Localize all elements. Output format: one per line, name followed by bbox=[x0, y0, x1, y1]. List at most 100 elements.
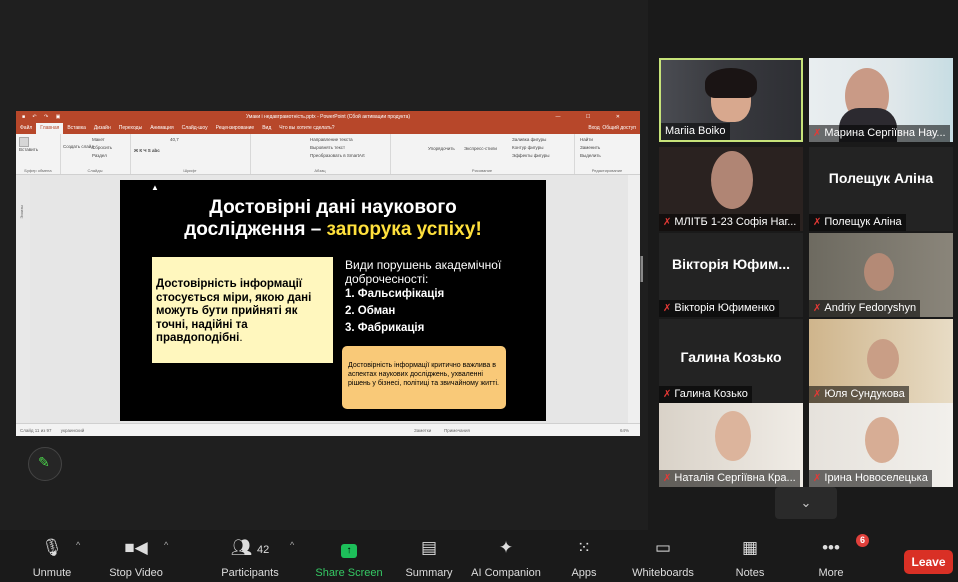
definition-box: Достовірність інформації стосується міри… bbox=[152, 257, 333, 363]
align-text-button[interactable]: Выровнять текст bbox=[310, 145, 345, 150]
text-direction-button[interactable]: Направление текста bbox=[310, 137, 353, 142]
summary-button[interactable]: ▤ Summary bbox=[398, 530, 460, 582]
quick-access-icons[interactable]: ■ ↶ ↷ ▣ bbox=[22, 111, 63, 123]
person-silhouette bbox=[865, 417, 899, 463]
font-group: 40,7 Ж К Ч S abc Шрифт bbox=[130, 134, 251, 174]
chevron-up-icon[interactable]: ^ bbox=[290, 540, 294, 550]
shape-fill-button[interactable]: Заливка фигуры bbox=[512, 137, 546, 142]
shape-effects-button[interactable]: Эффекты фигуры bbox=[512, 153, 550, 158]
tab-file[interactable]: Файл bbox=[16, 123, 36, 134]
more-notification-badge: 6 bbox=[856, 534, 869, 547]
paste-button[interactable]: Вставить bbox=[19, 137, 38, 152]
muted-mic-icon: ✗ bbox=[663, 217, 672, 228]
arrange-button[interactable]: Упорядочить bbox=[428, 146, 455, 151]
layout-button[interactable]: Макет bbox=[92, 137, 105, 142]
unmute-button[interactable]: 🎙︎ ^ Unmute bbox=[20, 530, 84, 582]
participant-name: ✗ Марина Сергіївна Нау... bbox=[809, 125, 950, 142]
share-screen-button[interactable]: ↑ Share Screen bbox=[312, 530, 386, 582]
find-button[interactable]: Найти bbox=[580, 137, 593, 142]
tab-slideshow[interactable]: Слайд-шоу bbox=[178, 123, 212, 134]
video-camera-icon: ■◀ bbox=[124, 538, 148, 557]
participant-tile[interactable]: ✗ Andriy Fedoryshyn bbox=[809, 233, 953, 317]
replace-button[interactable]: Заменить bbox=[580, 145, 600, 150]
importance-text: Достовірність інформації критично важлив… bbox=[348, 362, 499, 387]
slide-scrollbar[interactable] bbox=[628, 175, 640, 423]
more-button[interactable]: ••• 6 More bbox=[806, 530, 869, 582]
tab-home[interactable]: Главная bbox=[36, 123, 64, 134]
apps-button[interactable]: ⁙ Apps bbox=[560, 530, 608, 582]
ribbon-tabs: Файл Главная Вставка Дизайн Переходы Анимация… bbox=[16, 123, 640, 134]
muted-mic-icon: ✗ bbox=[813, 389, 822, 400]
slide-counter: Слайд 11 из 97 bbox=[20, 428, 52, 433]
participant-name: ✗ Andriy Fedoryshyn bbox=[809, 300, 921, 317]
participant-name: ✗ Галина Козько bbox=[659, 386, 752, 403]
tab-animation[interactable]: Анимация bbox=[146, 123, 177, 134]
tab-review[interactable]: Рецензирование bbox=[212, 123, 259, 134]
person-silhouette bbox=[864, 253, 894, 291]
smartart-button[interactable]: Преобразовать в SmartArt bbox=[310, 153, 365, 158]
thumbnails-pane[interactable]: Эскизы bbox=[16, 175, 31, 423]
select-button[interactable]: Выделить bbox=[580, 153, 601, 158]
paragraph-group: Направление текста Выровнять текст Преоб… bbox=[250, 134, 391, 174]
definition-text: Достовірність інформації стосується міри… bbox=[156, 278, 312, 344]
shared-screen: ■ ↶ ↷ ▣ Умаки і недавграмотність.pptx - … bbox=[0, 0, 648, 530]
participant-tile[interactable]: Mariia Boiko bbox=[659, 58, 803, 142]
participant-name: ✗ МЛІТБ 1-23 Софія Наг... bbox=[659, 214, 801, 231]
muted-mic-icon: ✗ bbox=[813, 128, 822, 139]
splitter-handle[interactable] bbox=[640, 256, 643, 282]
notes-button[interactable]: ▦ Notes bbox=[724, 530, 776, 582]
tab-transitions[interactable]: Переходы bbox=[115, 123, 146, 134]
ppt-title-bar: ■ ↶ ↷ ▣ Умаки і недавграмотність.pptx - … bbox=[16, 111, 640, 123]
tell-me-search[interactable]: Что вы хотите сделать? bbox=[275, 123, 338, 134]
tab-view[interactable]: Вид bbox=[258, 123, 275, 134]
new-slide-button[interactable]: Создать слайд bbox=[63, 144, 94, 149]
gallery-scroll-down-button[interactable]: ⌄ bbox=[775, 487, 837, 519]
font-format-buttons[interactable]: Ж К Ч S abc bbox=[134, 148, 160, 153]
slide-title-line1: Достовірні дані наукового bbox=[209, 197, 457, 218]
participant-tile[interactable]: Галина Козько ✗ Галина Козько bbox=[659, 319, 803, 403]
chevron-up-icon[interactable]: ^ bbox=[76, 540, 80, 550]
ppt-window-title: Умаки і недавграмотність.pptx - PowerPoi… bbox=[245, 114, 411, 120]
comments-button[interactable]: Примечания bbox=[444, 424, 470, 436]
participant-tile[interactable]: Полещук Аліна ✗ Полещук Аліна bbox=[809, 147, 953, 231]
participant-tile[interactable]: ✗ МЛІТБ 1-23 Софія Наг... bbox=[659, 147, 803, 231]
share-link[interactable]: Общий доступ bbox=[602, 125, 636, 131]
participant-display-name: Вікторія Юфим... bbox=[671, 256, 791, 272]
ai-companion-button[interactable]: ✦ AI Companion bbox=[466, 530, 546, 582]
slides-group: Создать слайд Макет Сбросить Раздел Слай… bbox=[60, 134, 131, 174]
annotate-button[interactable]: ✎ bbox=[28, 447, 62, 481]
participant-tile[interactable]: ✗ Ірина Новоселецька bbox=[809, 403, 953, 487]
mouse-pointer-icon: ▲ bbox=[151, 183, 159, 192]
participant-tile[interactable]: ✗ Наталія Сергіївна Кра... bbox=[659, 403, 803, 487]
whiteboards-button[interactable]: ▭ Whiteboards bbox=[624, 530, 702, 582]
leave-button[interactable]: Leave bbox=[904, 550, 953, 574]
language-indicator[interactable]: украинский bbox=[61, 428, 84, 433]
person-silhouette bbox=[867, 339, 899, 379]
violation-item: 1. Фальсифікація bbox=[345, 288, 445, 300]
zoom-level[interactable]: 64% bbox=[620, 424, 629, 436]
meeting-toolbar: 🎙︎ ^ Unmute ■◀ ^ Stop Video 👥︎ 42 ^ Part… bbox=[0, 530, 958, 582]
participant-display-name: Полещук Аліна bbox=[828, 170, 934, 186]
share-arrow-icon: ↑ bbox=[341, 544, 357, 558]
stop-video-button[interactable]: ■◀ ^ Stop Video bbox=[102, 530, 170, 582]
shape-outline-button[interactable]: Контур фигуры bbox=[512, 145, 543, 150]
participant-display-name: Галина Козько bbox=[680, 349, 782, 365]
participant-tile[interactable]: ✗ Марина Сергіївна Нау... bbox=[809, 58, 953, 142]
tab-insert[interactable]: Вставка bbox=[63, 123, 90, 134]
participants-button[interactable]: 👥︎ 42 ^ Participants bbox=[210, 530, 294, 582]
signin-link[interactable]: Вход bbox=[588, 125, 599, 131]
tab-design[interactable]: Дизайн bbox=[90, 123, 115, 134]
section-button[interactable]: Раздел bbox=[92, 153, 107, 158]
slide-title-line2: дослідження – запорука успіху! bbox=[184, 219, 482, 240]
quick-styles-button[interactable]: Экспресс-стили bbox=[464, 146, 497, 151]
window-controls[interactable]: — ☐ ✕ bbox=[556, 111, 632, 123]
participant-tile[interactable]: ✗ Юля Сундукова bbox=[809, 319, 953, 403]
notes-button[interactable]: Заметки bbox=[414, 424, 431, 436]
apps-icon: ⁙ bbox=[576, 538, 592, 557]
font-size-box[interactable]: 40,7 bbox=[170, 137, 179, 142]
chevron-down-icon: ⌄ bbox=[800, 495, 812, 510]
participant-tile[interactable]: Вікторія Юфим... ✗ Вікторія Юфименко bbox=[659, 233, 803, 317]
sparkle-icon: ✦ bbox=[498, 538, 514, 557]
reset-button[interactable]: Сбросить bbox=[92, 145, 112, 150]
chevron-up-icon[interactable]: ^ bbox=[164, 540, 168, 550]
